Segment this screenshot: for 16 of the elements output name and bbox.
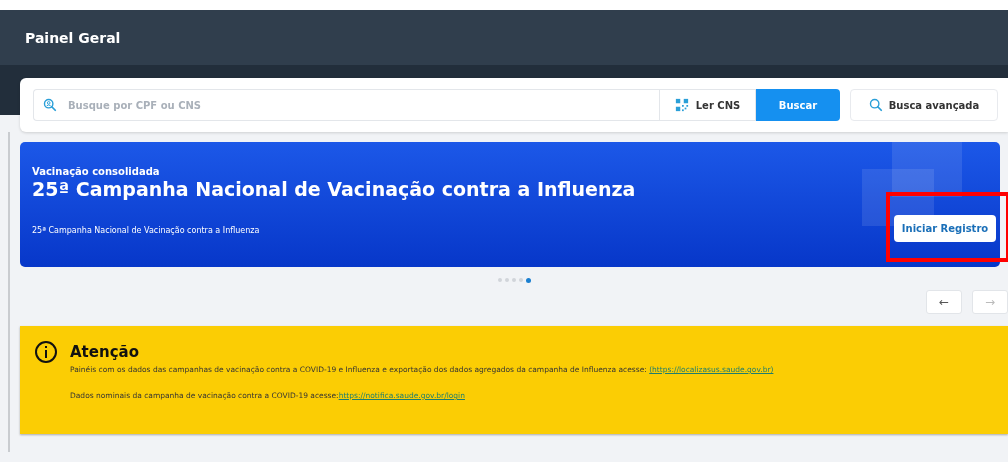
info-icon — [34, 340, 58, 364]
banner-title: 25ª Campanha Nacional de Vacinação contra a Influenza — [32, 178, 637, 200]
banner-eyebrow: Vacinação consolidada — [32, 166, 161, 177]
advanced-search-button[interactable]: Busca avançada — [850, 89, 998, 121]
start-registration-button[interactable]: Iniciar Registro — [894, 215, 996, 242]
read-card-button[interactable]: Ler CNS — [659, 89, 756, 121]
carousel-dot[interactable] — [525, 277, 531, 283]
search-icon — [868, 98, 883, 112]
search-button[interactable]: Buscar — [756, 89, 840, 121]
qr-code-icon — [674, 98, 689, 112]
decorative-square — [892, 142, 962, 197]
alert-title: Atenção — [70, 343, 139, 361]
carousel-arrow-button[interactable]: ← — [926, 290, 962, 314]
page-title: Painel Geral — [25, 29, 121, 46]
search-field[interactable]: Busque por CPF ou CNS — [33, 89, 659, 121]
banner-subtitle: 25ª Campanha Nacional de Vacinação contra a Influenza — [32, 226, 261, 235]
